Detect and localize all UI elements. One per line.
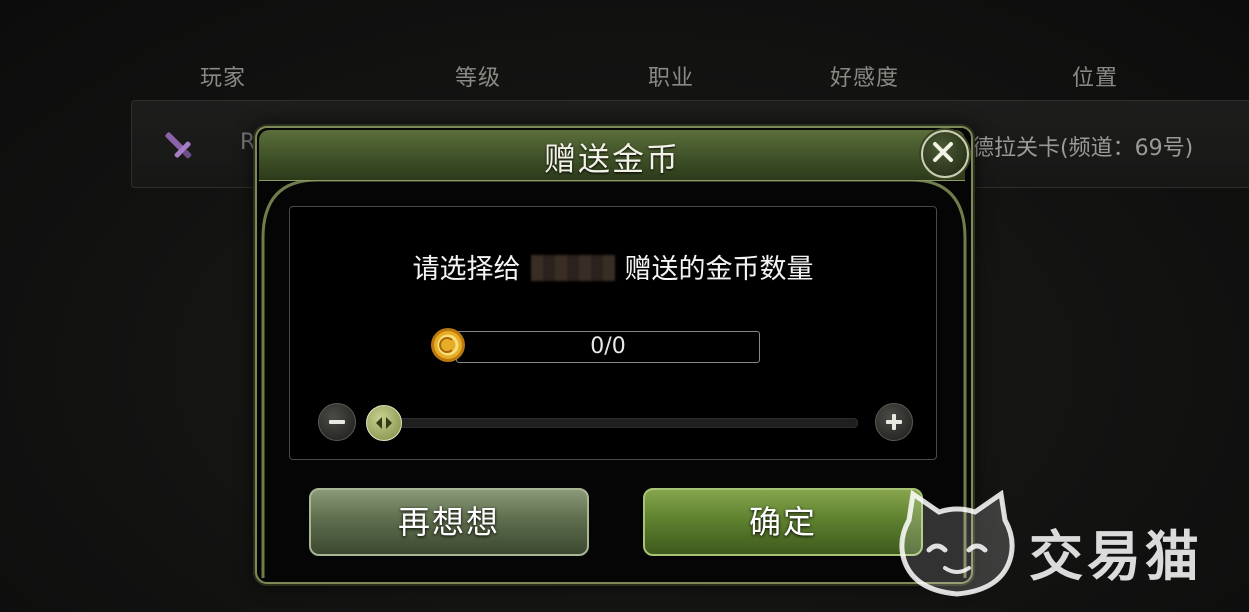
prompt-before: 请选择给 [412, 254, 521, 285]
plus-icon [886, 414, 902, 430]
confirm-button[interactable]: 确定 [643, 488, 923, 556]
prompt-text: 请选择给 赠送的金币数量 [290, 247, 936, 286]
friend-name: R [240, 130, 256, 155]
gift-gold-dialog: 赠送金币 请选择给 赠送的金币数量 0/0 再想想 确定 [255, 126, 973, 584]
coin-icon [431, 328, 465, 362]
minus-icon [329, 420, 345, 424]
header-level: 等级 [455, 66, 502, 91]
friend-location: 德拉关卡(频道：69号) [972, 136, 1194, 161]
amount-slider-track[interactable] [368, 418, 858, 428]
header-location: 位置 [1072, 66, 1119, 91]
sword-icon [165, 132, 192, 159]
dialog-title: 赠送金币 [543, 140, 680, 178]
slider-arrows-icon [376, 417, 392, 429]
recipient-name-redacted [530, 255, 615, 281]
close-button[interactable] [921, 130, 969, 178]
amount-field[interactable]: 0/0 [456, 331, 760, 363]
increase-button[interactable] [875, 403, 913, 441]
dialog-title-bar: 赠送金币 [259, 130, 965, 181]
cancel-button[interactable]: 再想想 [309, 488, 589, 556]
close-icon [933, 142, 953, 162]
decrease-button[interactable] [318, 403, 356, 441]
watermark-text: 交易猫 [1029, 525, 1203, 588]
amount-slider-handle[interactable] [366, 405, 402, 441]
game-screen: 玩家 等级 职业 好感度 位置 R 德拉关卡(频道：69号) 赠送金币 请选择给… [0, 0, 1249, 612]
amount-panel: 请选择给 赠送的金币数量 0/0 [289, 206, 937, 460]
prompt-after: 赠送的金币数量 [624, 254, 814, 285]
header-class: 职业 [648, 66, 695, 91]
amount-value: 0/0 [590, 334, 626, 359]
header-affinity: 好感度 [830, 66, 900, 91]
header-player: 玩家 [200, 66, 247, 91]
